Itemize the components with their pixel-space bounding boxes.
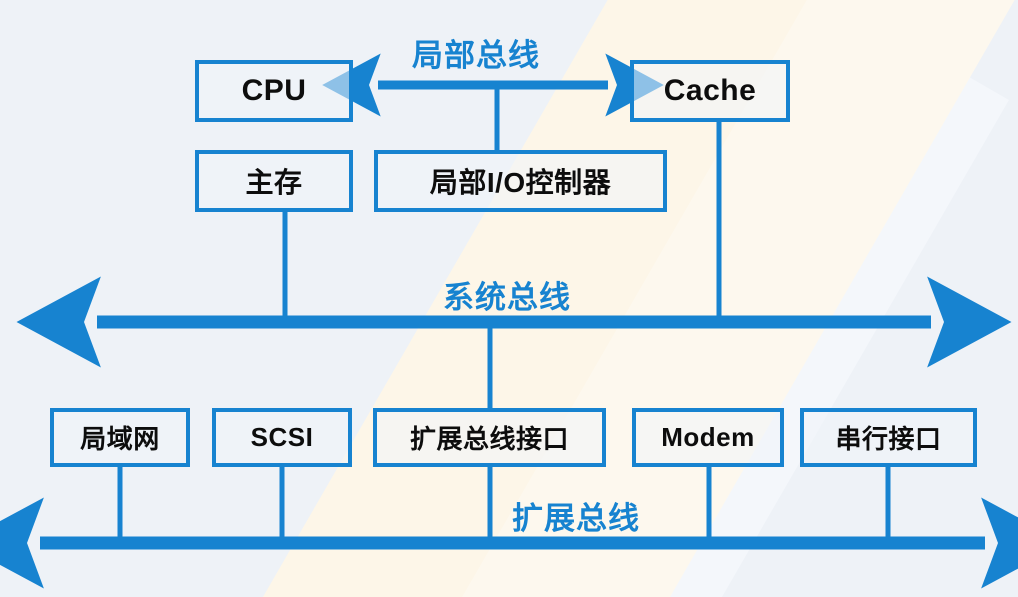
node-main-memory-label: 主存 — [245, 167, 303, 198]
node-local-io-controller[interactable]: 局部I/O控制器 — [374, 150, 667, 212]
node-serial-port[interactable]: 串行接口 — [800, 408, 977, 467]
local-bus-label: 局部总线 — [412, 38, 540, 73]
node-modem-label: Modem — [661, 422, 755, 452]
node-cache[interactable]: Cache — [630, 60, 790, 122]
node-modem[interactable]: Modem — [632, 408, 784, 467]
node-serial-port-label: 串行接口 — [835, 424, 942, 454]
node-lan-label: 局域网 — [80, 424, 160, 454]
node-expansion-bus-interface[interactable]: 扩展总线接口 — [373, 408, 606, 467]
system-bus-label: 系统总线 — [443, 280, 571, 315]
node-main-memory[interactable]: 主存 — [195, 150, 353, 212]
node-local-io-controller-label: 局部I/O控制器 — [429, 167, 612, 198]
node-cache-label: Cache — [663, 74, 757, 107]
node-cpu[interactable]: CPU — [195, 60, 353, 122]
expansion-bus-label: 扩展总线 — [512, 501, 640, 536]
node-scsi[interactable]: SCSI — [212, 408, 352, 467]
node-expansion-bus-interface-label: 扩展总线接口 — [409, 424, 569, 454]
node-scsi-label: SCSI — [250, 422, 314, 452]
node-lan[interactable]: 局域网 — [50, 408, 190, 467]
diagram-canvas: 局部总线 系统总线 扩展总线 CPU Cache 主存 局部I/O控制器 局域网… — [0, 0, 1018, 597]
node-cpu-label: CPU — [241, 74, 307, 107]
